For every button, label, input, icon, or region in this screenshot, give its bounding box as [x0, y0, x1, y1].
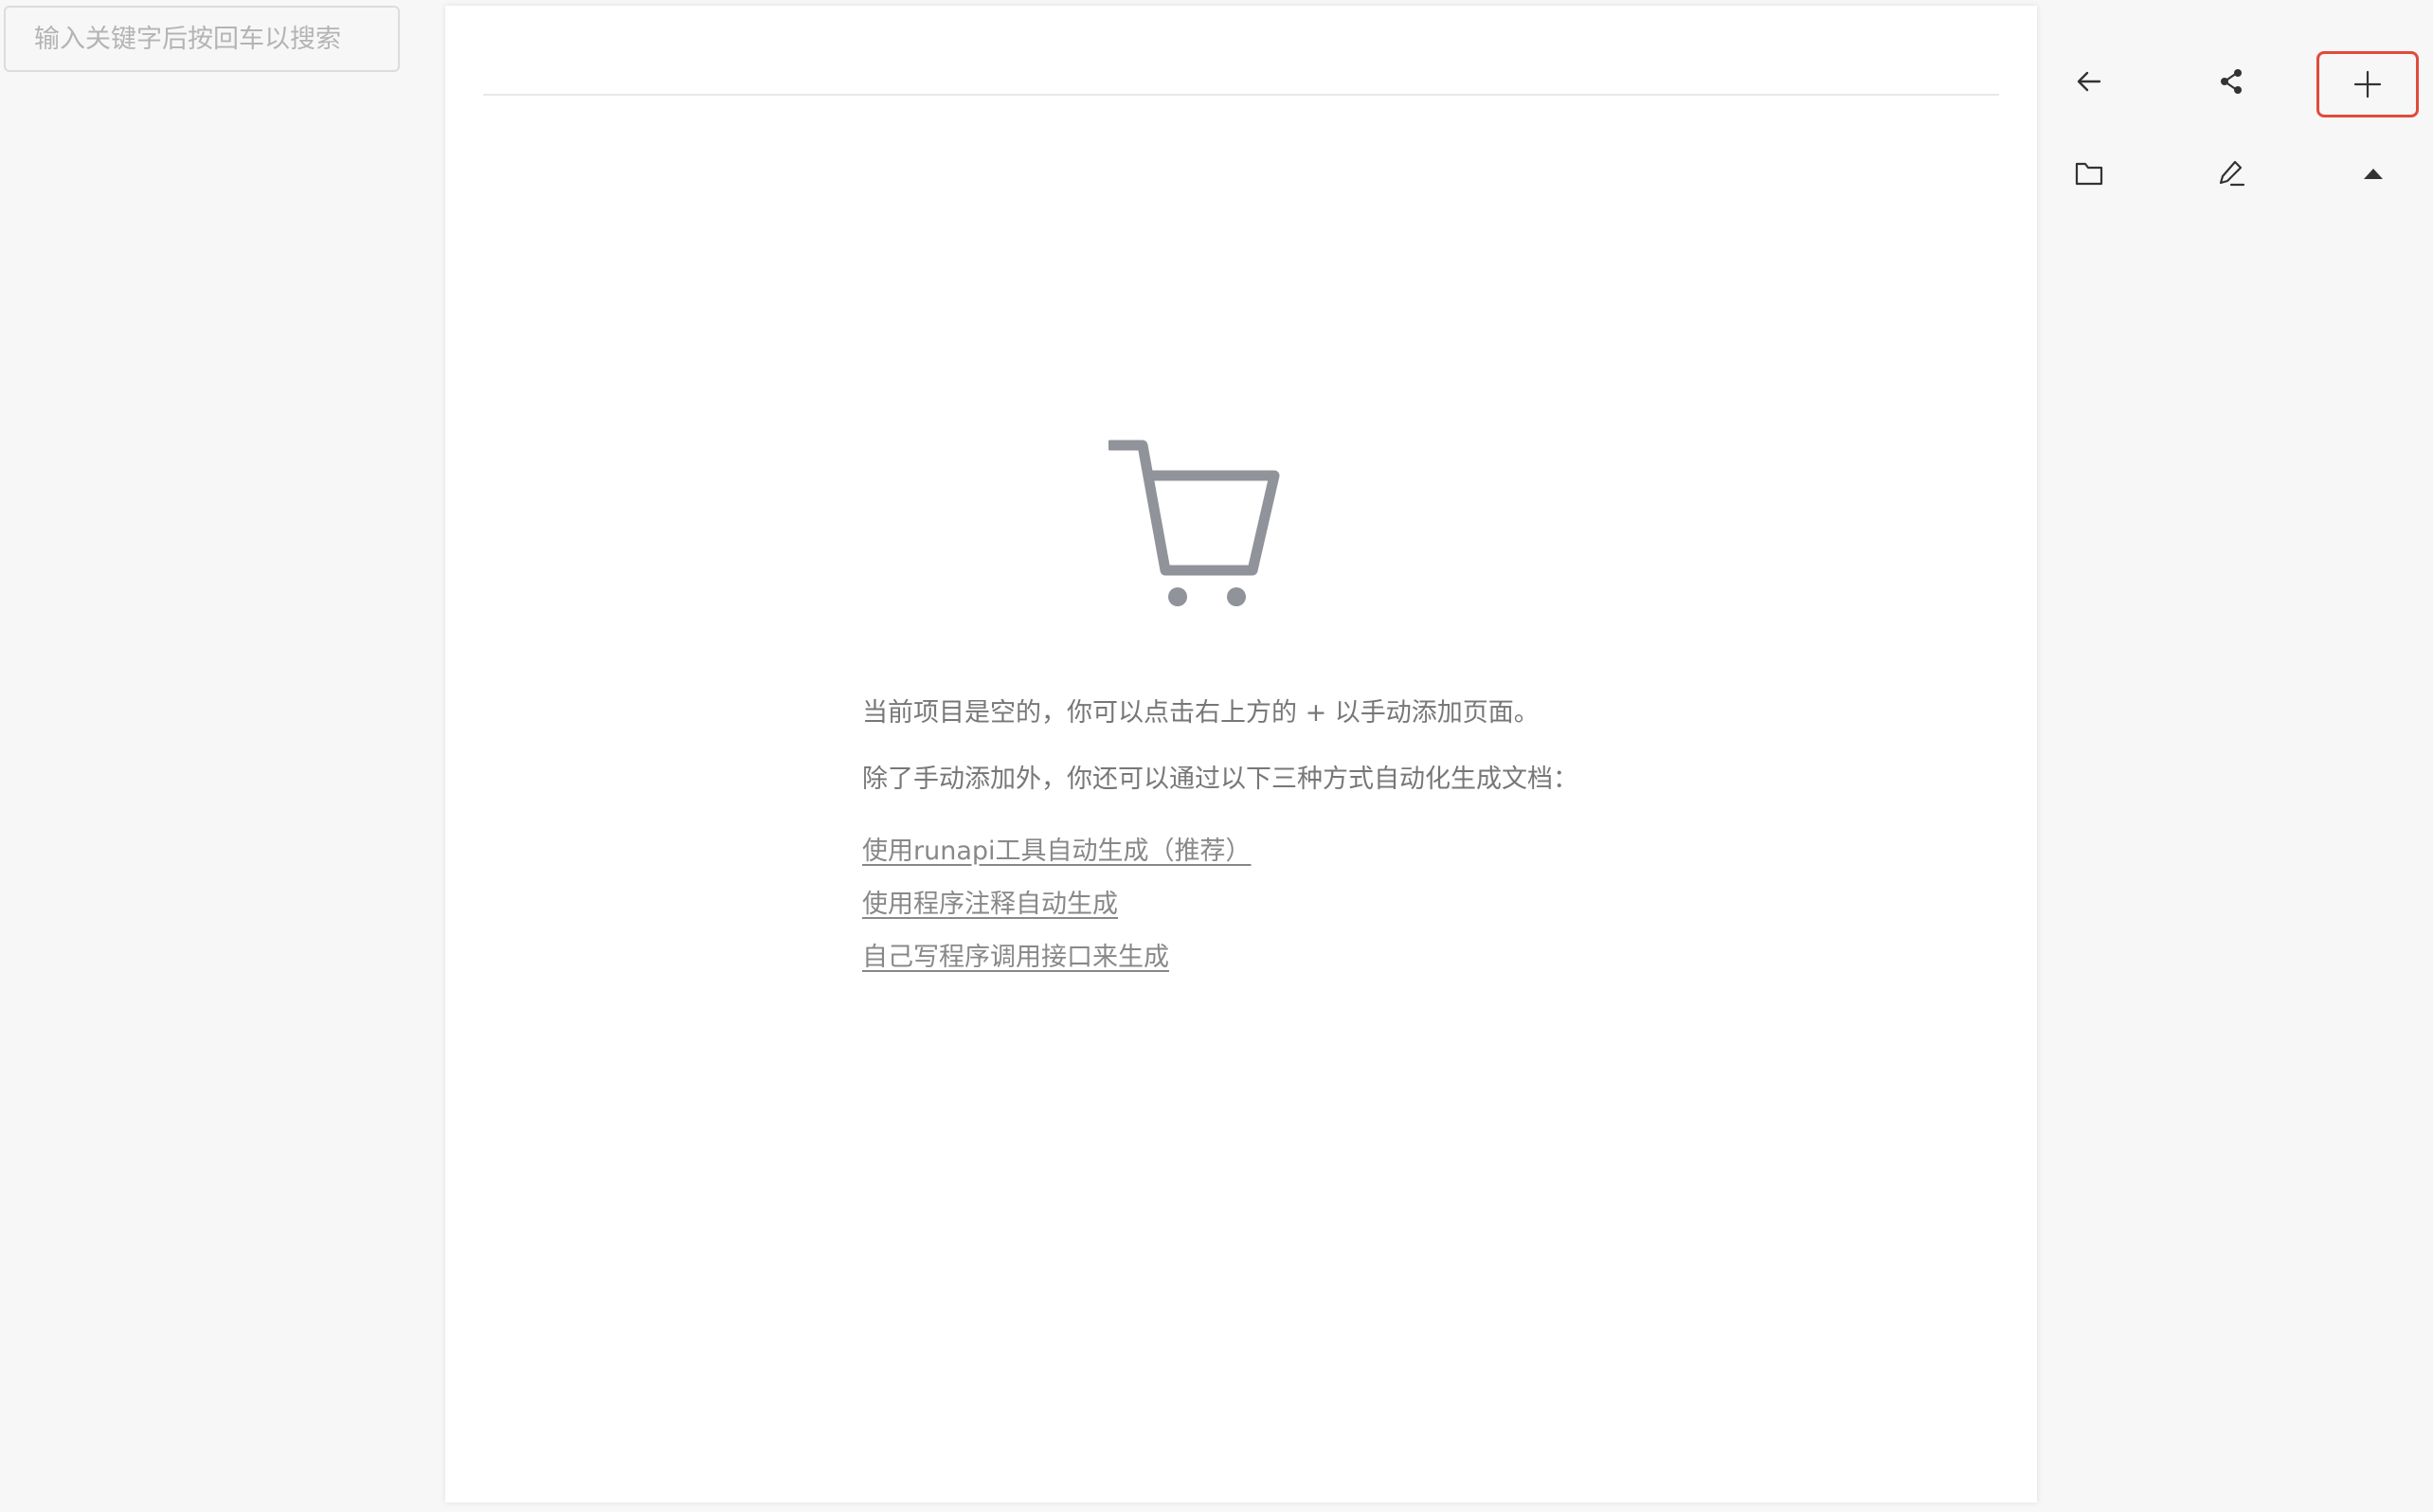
- caret-up-icon: [2364, 169, 2383, 179]
- auto-generate-hint: 除了手动添加外，你还可以通过以下三种方式自动化生成文档：: [862, 765, 1578, 794]
- share-button[interactable]: [2198, 48, 2264, 115]
- collapse-button[interactable]: [2340, 140, 2406, 207]
- add-page-button[interactable]: [2316, 51, 2419, 117]
- header-divider: [483, 94, 1999, 96]
- empty-message: 当前项目是空的，你可以点击右上方的 + 以手动添加页面。: [862, 698, 1540, 728]
- folder-icon: [2075, 162, 2103, 186]
- code-comment-link[interactable]: 使用程序注释自动生成: [862, 886, 1118, 924]
- search-box: [4, 6, 400, 72]
- runapi-link[interactable]: 使用runapi工具自动生成（推荐）: [862, 833, 1252, 871]
- search-input[interactable]: [6, 8, 398, 70]
- plus-icon: [2353, 70, 2382, 99]
- edit-button[interactable]: [2198, 140, 2264, 207]
- app-root: 当前项目是空的，你可以点击右上方的 + 以手动添加页面。 除了手动添加外，你还可…: [0, 0, 2433, 1512]
- back-button[interactable]: [2056, 48, 2122, 115]
- new-folder-button[interactable]: [2056, 140, 2122, 207]
- shopping-cart-icon: [1105, 430, 1289, 620]
- document-panel: 当前项目是空的，你可以点击右上方的 + 以手动添加页面。 除了手动添加外，你还可…: [445, 6, 2037, 1503]
- back-arrow-icon: [2077, 71, 2101, 92]
- api-call-link[interactable]: 自己写程序调用接口来生成: [862, 939, 1169, 977]
- share-icon: [2221, 69, 2242, 94]
- edit-icon: [2219, 160, 2245, 187]
